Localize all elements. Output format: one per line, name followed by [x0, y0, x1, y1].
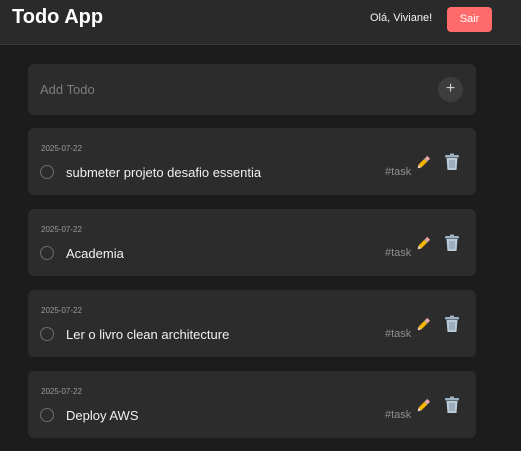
pencil-icon[interactable] [414, 397, 432, 415]
todo-text: Deploy AWS [66, 408, 139, 423]
add-todo-bar: + [28, 64, 476, 115]
todo-date: 2025-07-22 [41, 306, 82, 315]
add-todo-button[interactable]: + [438, 77, 463, 102]
logout-button[interactable]: Sair [447, 7, 492, 32]
todo-complete-checkbox[interactable] [40, 408, 54, 422]
todo-date: 2025-07-22 [41, 144, 82, 153]
todo-item: 2025-07-22 submeter projeto desafio esse… [28, 128, 476, 195]
todo-app: Todo App Olá, Viviane! Sair + 2025-07-22… [0, 0, 521, 451]
todo-item: 2025-07-22 Ler o livro clean architectur… [28, 290, 476, 357]
trash-icon[interactable] [444, 153, 460, 171]
todo-item: 2025-07-22 Deploy AWS #task [28, 371, 476, 438]
pencil-icon[interactable] [414, 316, 432, 334]
pencil-icon[interactable] [414, 154, 432, 172]
todo-date: 2025-07-22 [41, 225, 82, 234]
todo-item: 2025-07-22 Academia #task [28, 209, 476, 276]
todo-complete-checkbox[interactable] [40, 165, 54, 179]
todo-tag: #task [385, 409, 412, 421]
todo-text: Academia [66, 246, 124, 261]
user-greeting: Olá, Viviane! [370, 12, 433, 24]
plus-icon: + [445, 80, 456, 97]
todo-complete-checkbox[interactable] [40, 246, 54, 260]
todo-date: 2025-07-22 [41, 387, 82, 396]
todo-text: Ler o livro clean architecture [66, 327, 230, 342]
add-todo-input[interactable] [40, 64, 420, 115]
todo-tag: #task [385, 328, 412, 340]
pencil-icon[interactable] [414, 235, 432, 253]
todo-tag: #task [385, 166, 412, 178]
trash-icon[interactable] [444, 396, 460, 414]
app-title: Todo App [12, 6, 104, 28]
todo-tag: #task [385, 247, 412, 259]
trash-icon[interactable] [444, 234, 460, 252]
todo-complete-checkbox[interactable] [40, 327, 54, 341]
todo-text: submeter projeto desafio essentia [66, 165, 262, 180]
top-bar: Todo App Olá, Viviane! Sair [0, 0, 521, 45]
trash-icon[interactable] [444, 315, 460, 333]
